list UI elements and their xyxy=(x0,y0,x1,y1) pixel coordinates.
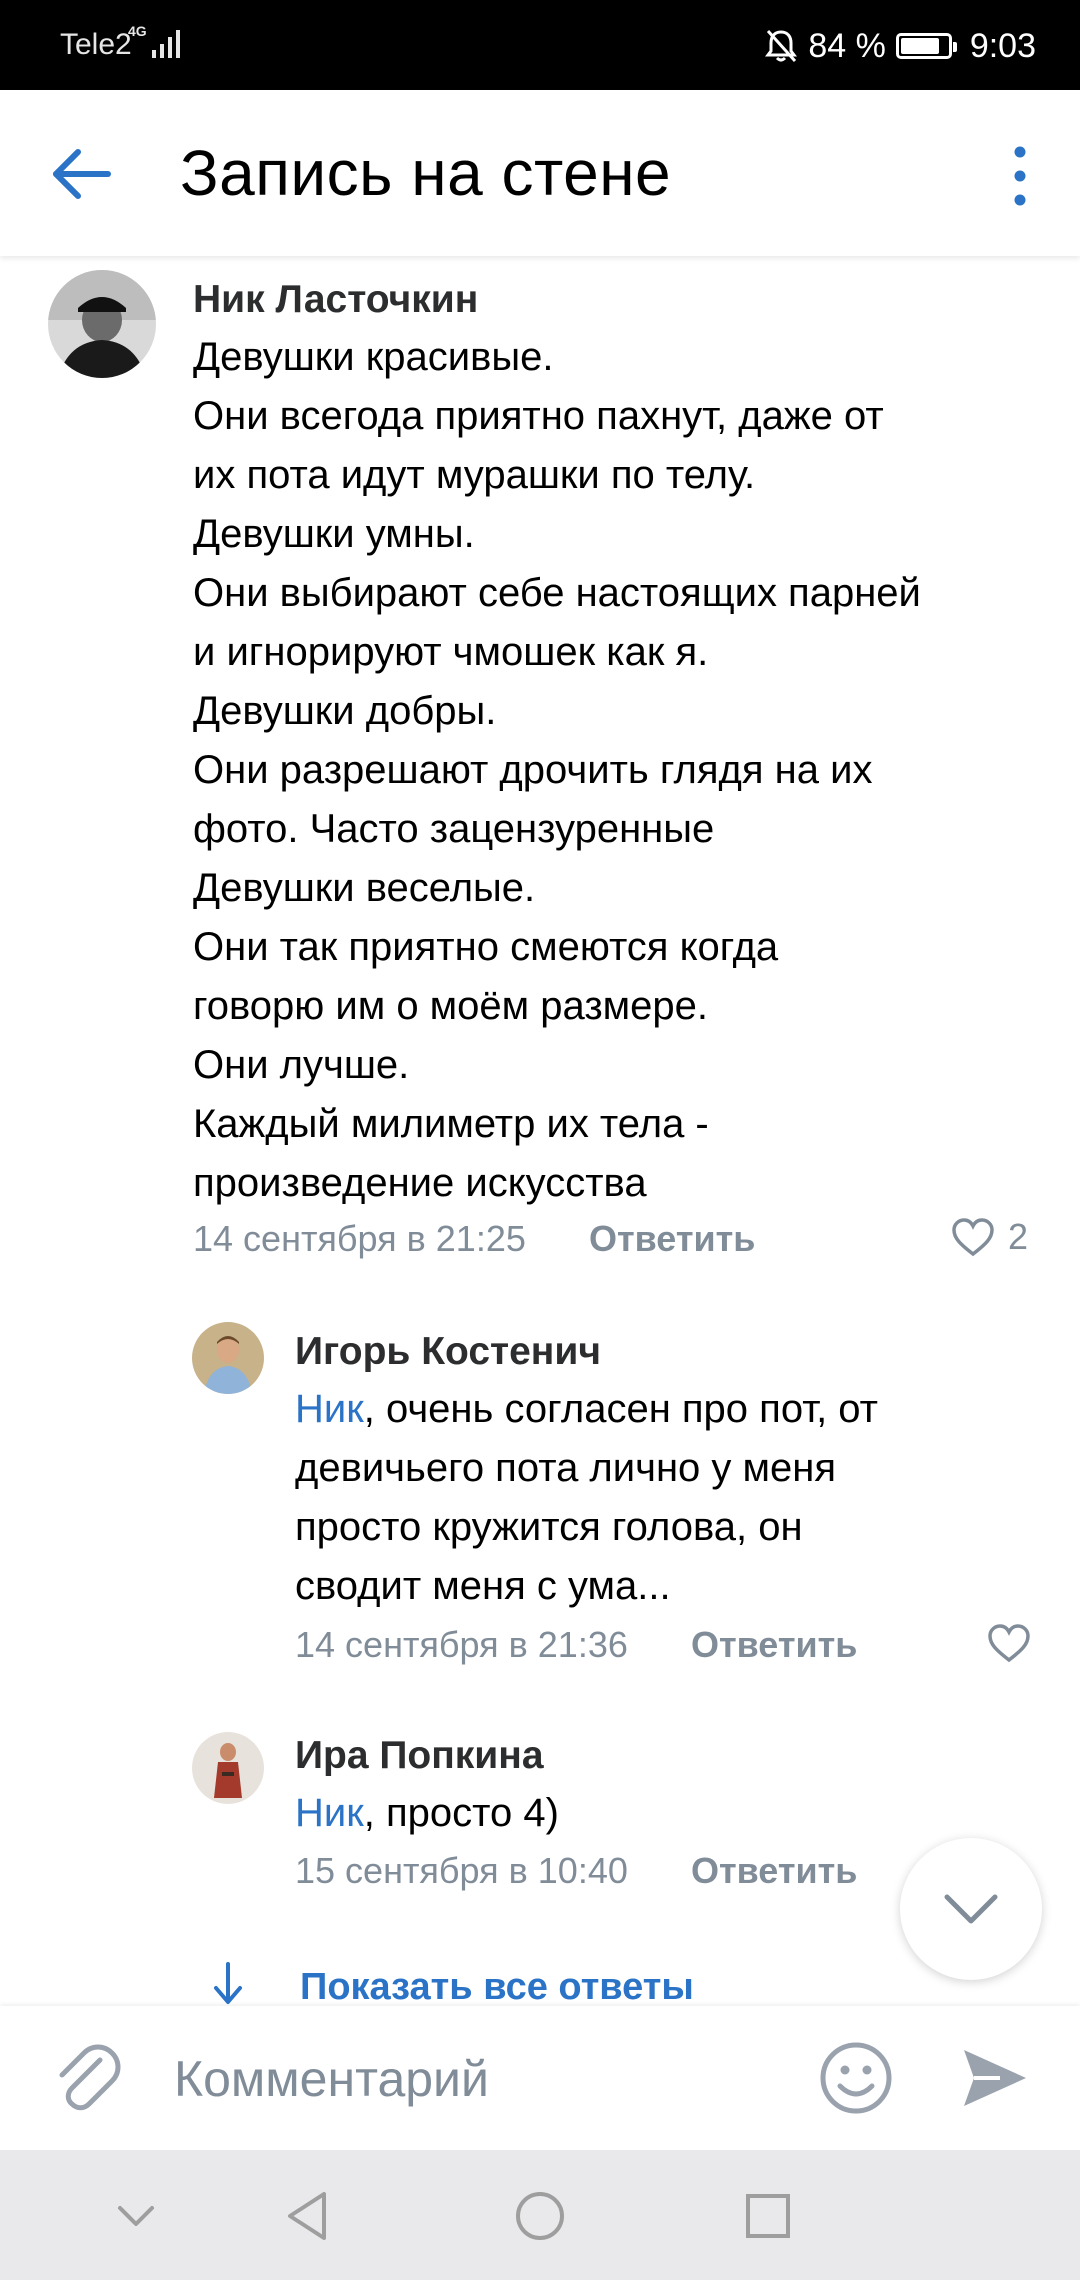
comment-date: 14 сентября в 21:25 xyxy=(193,1218,526,1259)
chevron-down-icon xyxy=(944,1894,998,1924)
text-line: , просто 4) xyxy=(363,1791,559,1835)
send-icon[interactable] xyxy=(960,2044,1030,2112)
text-line: Каждый милиметр их тела - xyxy=(193,1102,709,1146)
reply-text: Ник, просто 4) xyxy=(295,1784,559,1843)
avatar[interactable] xyxy=(192,1732,264,1804)
comment-input[interactable] xyxy=(172,2040,776,2118)
text-line: Девушки веселые. xyxy=(193,866,536,910)
carrier-name: Tele2 xyxy=(60,28,132,61)
mute-bell-icon xyxy=(765,29,798,63)
text-line: произведение искусства xyxy=(193,1161,647,1205)
emoji-icon[interactable] xyxy=(818,2040,894,2116)
avatar[interactable] xyxy=(192,1322,264,1394)
avatar-image xyxy=(192,1322,264,1394)
text-line: девичьего пота лично у меня xyxy=(295,1446,837,1490)
signal-icon xyxy=(152,30,180,58)
reply-button[interactable]: Ответить xyxy=(589,1218,755,1260)
avatar[interactable] xyxy=(48,270,156,378)
show-all-label: Показать все ответы xyxy=(300,1966,694,2006)
text-line: , очень согласен про пот, от xyxy=(363,1387,878,1431)
show-all-replies[interactable]: Показать все ответы xyxy=(214,1962,694,2006)
text-line: фото. Часто зацензуренные xyxy=(193,807,715,851)
text-line: просто кружится голова, он xyxy=(295,1505,803,1549)
system-nav-bar xyxy=(0,2150,1080,2280)
status-bar: Tele2 4G 84 % 9:03 xyxy=(0,0,1080,90)
app-header: Запись на стене xyxy=(0,90,1080,256)
recents-square-icon[interactable] xyxy=(736,2184,800,2248)
back-arrow-icon[interactable] xyxy=(50,142,114,206)
like-button[interactable] xyxy=(986,1622,1032,1664)
more-vertical-icon[interactable] xyxy=(990,136,1050,216)
like-button[interactable]: 2 xyxy=(950,1216,1028,1258)
text-line: и игнорируют чмошек как я. xyxy=(193,630,709,674)
text-line: говорю им о моём размере. xyxy=(193,984,709,1028)
like-count: 2 xyxy=(1008,1216,1029,1257)
network-type: 4G xyxy=(128,23,147,39)
text-line: Они разрешают дрочить глядя на их xyxy=(193,748,873,792)
battery-icon xyxy=(895,33,957,59)
avatar-image xyxy=(48,270,156,378)
text-line: Они так приятно смеются когда xyxy=(193,925,779,969)
comment-text: Девушки красивые. Они всегода приятно па… xyxy=(193,328,921,1213)
reply-author[interactable]: Ира Попкина xyxy=(295,1734,544,1778)
text-line: Девушки красивые. xyxy=(193,335,554,379)
comment-author[interactable]: Ник Ласточкин xyxy=(193,278,478,322)
comments-thread[interactable]: Ник Ласточкин Девушки красивые. Они всег… xyxy=(0,256,1080,2006)
arrow-down-icon xyxy=(214,1962,242,2004)
status-right: 84 % 9:03 xyxy=(764,24,1036,68)
reply-author[interactable]: Игорь Костенич xyxy=(295,1330,601,1374)
text-line: их пота идут мурашки по телу. xyxy=(193,453,756,497)
reply-date: 15 сентября в 10:40 xyxy=(295,1850,628,1891)
text-line: Они всегода приятно пахнут, даже от xyxy=(193,394,884,438)
page-title: Запись на стене xyxy=(180,137,672,209)
paperclip-icon[interactable] xyxy=(48,2040,124,2116)
reply-button[interactable]: Ответить xyxy=(691,1850,857,1892)
back-triangle-icon[interactable] xyxy=(278,2184,342,2248)
text-line: Они выбирают себе настоящих парней xyxy=(193,571,921,615)
clock: 9:03 xyxy=(969,26,1036,65)
heart-icon xyxy=(988,1624,1030,1663)
text-line: сводит меня с ума... xyxy=(295,1564,671,1608)
battery-fill xyxy=(900,38,939,54)
text-line: Девушки умны. xyxy=(193,512,475,556)
home-circle-icon[interactable] xyxy=(508,2184,572,2248)
chevron-down-icon[interactable] xyxy=(104,2184,168,2248)
text-line: Девушки добры. xyxy=(193,689,497,733)
text-line: Они лучше. xyxy=(193,1043,410,1087)
scroll-down-button[interactable] xyxy=(900,1838,1042,1980)
comment-composer xyxy=(0,2006,1080,2150)
battery-percent: 84 % xyxy=(808,26,886,65)
mention-link[interactable]: Ник xyxy=(295,1387,364,1431)
mention-link[interactable]: Ник xyxy=(295,1791,364,1835)
reply-date: 14 сентября в 21:36 xyxy=(295,1624,628,1665)
reply-text: Ник, очень согласен про пот, от девичьег… xyxy=(295,1380,878,1616)
avatar-image xyxy=(192,1732,264,1804)
reply-button[interactable]: Ответить xyxy=(691,1624,857,1666)
heart-icon xyxy=(952,1218,994,1257)
